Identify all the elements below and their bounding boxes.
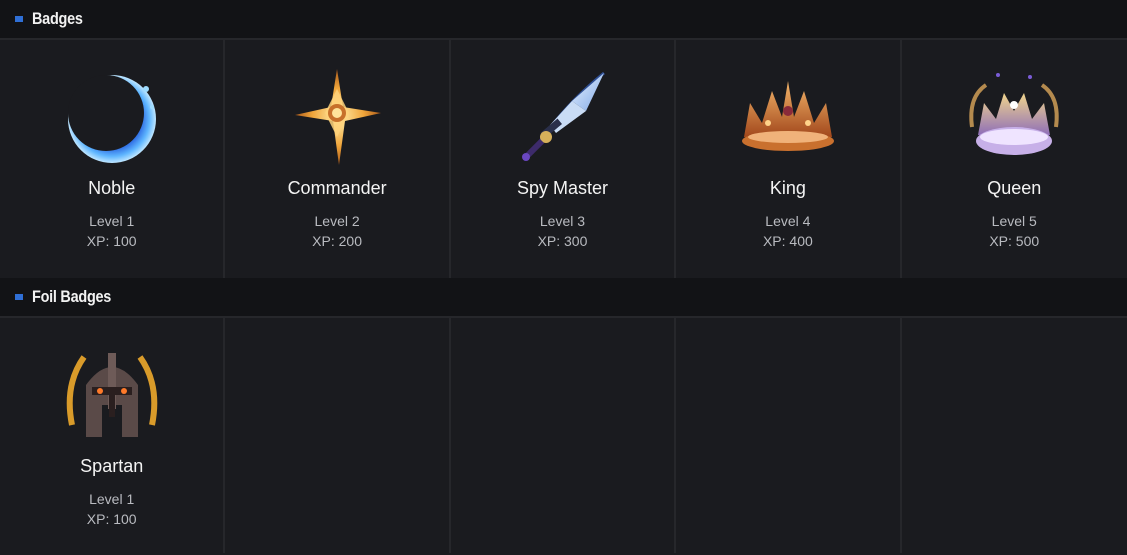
- badge-xp: XP: 200: [312, 233, 362, 249]
- badge-xp: XP: 400: [762, 233, 813, 249]
- section-header-badges: Badges: [0, 0, 1127, 40]
- badge-card-queen[interactable]: Queen Level 5 XP: 500: [902, 40, 1127, 278]
- badge-xp: XP: 100: [86, 511, 137, 527]
- badges-grid: Noble Level 1 XP: 100 Commander Level 2 …: [0, 40, 1127, 278]
- badge-name: Commander: [287, 178, 387, 198]
- badge-card-spartan[interactable]: Spartan Level 1 XP: 100: [0, 318, 226, 553]
- empty-badge-slot: [676, 318, 902, 553]
- compass-star-icon: [287, 67, 387, 167]
- queen-crown-icon: [964, 67, 1064, 167]
- badge-card-noble[interactable]: Noble Level 1 XP: 100: [0, 40, 226, 278]
- badge-name: King: [769, 178, 806, 198]
- badge-name: Spartan: [80, 456, 144, 476]
- badge-level: Level 4: [765, 213, 811, 229]
- badge-level: Level 3: [539, 213, 586, 229]
- empty-badge-slot: [225, 318, 451, 553]
- badge-card-commander[interactable]: Commander Level 2 XP: 200: [225, 40, 451, 278]
- badge-name: Queen: [987, 178, 1042, 198]
- spartan-helmet-icon: [62, 345, 162, 445]
- section-title: Foil Badges: [32, 287, 112, 306]
- section-header-foil-badges: Foil Badges: [0, 278, 1127, 318]
- badge-level: Level 2: [314, 213, 360, 229]
- badge-name: Noble: [88, 178, 136, 198]
- badge-card-spy-master[interactable]: Spy Master Level 3 XP: 300: [451, 40, 677, 278]
- section-marker-icon: [15, 16, 23, 22]
- crescent-moon-icon: [62, 67, 162, 167]
- foil-badges-grid: Spartan Level 1 XP: 100: [0, 318, 1127, 553]
- badge-xp: XP: 100: [86, 233, 137, 249]
- badge-name: Spy Master: [516, 178, 608, 198]
- badge-card-king[interactable]: King Level 4 XP: 400: [676, 40, 902, 278]
- badge-level: Level 1: [89, 491, 135, 507]
- empty-badge-slot: [451, 318, 677, 553]
- badge-xp: XP: 300: [537, 233, 588, 249]
- badge-level: Level 1: [89, 213, 135, 229]
- king-crown-icon: [738, 67, 838, 167]
- section-title: Badges: [32, 9, 83, 28]
- section-marker-icon: [15, 294, 23, 300]
- dagger-icon: [512, 67, 612, 167]
- empty-badge-slot: [902, 318, 1127, 553]
- badge-level: Level 5: [991, 213, 1037, 229]
- badge-xp: XP: 500: [989, 233, 1040, 249]
